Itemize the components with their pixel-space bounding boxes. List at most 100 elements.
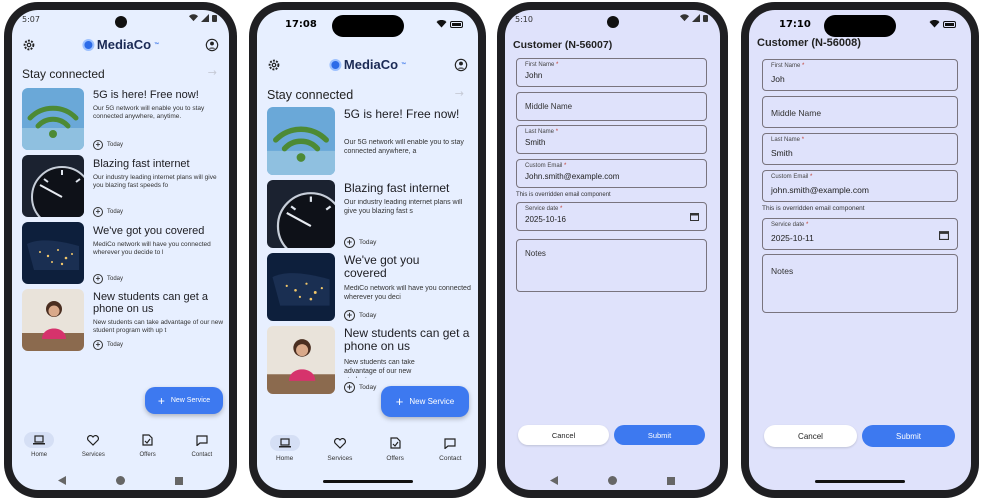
last-name-field[interactable]: Last Name * Smith <box>516 125 707 154</box>
home-indicator[interactable] <box>322 480 413 483</box>
arrow-right-icon[interactable]: → <box>455 87 464 100</box>
nav-item-contact[interactable]: Contact <box>175 432 229 458</box>
recents-icon[interactable] <box>175 476 183 485</box>
middle-name-field[interactable]: Middle Name <box>516 92 707 121</box>
add-circle-icon[interactable]: + <box>344 237 355 248</box>
arrow-right-icon[interactable]: → <box>208 66 217 79</box>
brand-name: MediaCo <box>96 37 152 52</box>
nav-item-services[interactable]: Services <box>66 432 120 458</box>
nav-item-home[interactable]: Home <box>12 432 66 458</box>
news-card[interactable]: We've got you covered MediCo network wil… <box>22 222 229 286</box>
section-title: Stay connected <box>267 88 354 102</box>
status-time: 5:07 <box>22 15 40 24</box>
add-circle-icon[interactable]: + <box>93 140 103 150</box>
add-circle-icon[interactable]: + <box>344 310 355 321</box>
new-service-button[interactable]: + New Service <box>381 386 469 417</box>
add-circle-icon[interactable]: + <box>344 382 355 393</box>
fab-label: New Service <box>409 397 455 406</box>
notes-field[interactable]: Notes <box>762 254 958 313</box>
laptop-icon <box>33 435 46 445</box>
card-description: Our 5G network will enable you to stay c… <box>344 139 464 155</box>
calendar-icon[interactable] <box>690 212 699 221</box>
document-check-icon <box>390 437 401 449</box>
card-title: New students can get a phone on us <box>344 326 470 354</box>
fab-label: New Service <box>170 397 211 404</box>
first-name-field[interactable]: First Name * John <box>516 58 707 87</box>
card-image-student <box>267 326 335 394</box>
card-meta: + Today <box>344 237 376 248</box>
document-check-icon <box>142 434 153 446</box>
field-label: Service date * <box>525 206 563 212</box>
field-placeholder: Middle Name <box>525 102 573 111</box>
add-circle-icon[interactable]: + <box>93 274 103 284</box>
email-field[interactable]: Custom Email * John.smith@example.com <box>516 159 707 188</box>
cancel-button[interactable]: Cancel <box>764 425 857 447</box>
news-card[interactable]: 5G is here! Free now! Our 5G network wil… <box>22 88 229 152</box>
system-navigation <box>505 476 720 485</box>
add-circle-icon[interactable]: + <box>93 340 103 350</box>
new-service-button[interactable]: + New Service <box>145 387 223 414</box>
back-icon[interactable] <box>550 476 558 485</box>
news-card[interactable]: New students can get a phone on us New s… <box>22 289 229 353</box>
middle-name-field[interactable]: Middle Name <box>762 96 958 128</box>
card-meta: + Today <box>93 340 123 350</box>
phone-frame-ios-form: 17:10 Customer (N-56008) First Name * Jo… <box>741 2 979 498</box>
news-card[interactable]: We've got you covered MediCo network wil… <box>267 253 478 323</box>
field-value: Smith <box>771 148 793 158</box>
card-title: 5G is here! Free now! <box>344 107 460 121</box>
field-placeholder: Notes <box>525 249 546 258</box>
card-description: Our industry leading internet plans will… <box>344 199 463 215</box>
form-screen: 5:10 Customer (N-56007) First Name * Joh… <box>505 10 720 490</box>
nav-item-contact[interactable]: Contact <box>423 435 478 462</box>
news-card[interactable]: Blazing fast internet Our industry leadi… <box>22 155 229 219</box>
card-description: Our industry leading internet plans will… <box>93 174 217 190</box>
home-icon[interactable] <box>608 476 617 485</box>
nav-item-home[interactable]: Home <box>257 435 312 462</box>
card-image-student <box>22 289 84 351</box>
first-name-field[interactable]: First Name * Joh <box>762 59 958 91</box>
field-value: 2025-10-11 <box>771 233 814 243</box>
service-date-field[interactable]: Service date * 2025-10-11 <box>762 218 958 250</box>
last-name-field[interactable]: Last Name * Smith <box>762 133 958 165</box>
news-card[interactable]: 5G is here! Free now! Our 5G network wil… <box>267 107 478 177</box>
account-icon[interactable] <box>205 38 219 52</box>
card-meta: + Today <box>344 382 376 393</box>
status-time: 5:10 <box>515 15 533 24</box>
nav-label: Offers <box>386 455 404 462</box>
card-description: New students can take advantage of our n… <box>344 359 415 378</box>
card-title: Blazing fast internet <box>93 158 190 170</box>
top-app-bar: MediaCo ™ <box>12 34 229 60</box>
notes-field[interactable]: Notes <box>516 239 707 292</box>
field-label: Last Name * <box>525 129 559 135</box>
card-meta: + Today <box>344 310 376 321</box>
account-icon[interactable] <box>454 58 468 72</box>
submit-button[interactable]: Submit <box>862 425 955 447</box>
card-description: MediCo network will have you connected w… <box>93 241 211 257</box>
card-image-5g <box>22 88 84 150</box>
battery-icon <box>450 20 463 28</box>
recents-icon[interactable] <box>667 476 675 485</box>
add-circle-icon[interactable]: + <box>93 207 103 217</box>
gear-icon[interactable] <box>22 38 36 52</box>
wifi-icon <box>929 20 940 28</box>
nav-item-offers[interactable]: Offers <box>121 432 175 458</box>
cancel-button[interactable]: Cancel <box>518 425 609 445</box>
calendar-icon[interactable] <box>939 230 949 240</box>
home-indicator[interactable] <box>815 480 905 483</box>
card-title: We've got you covered <box>344 253 420 281</box>
card-date: Today <box>107 276 124 282</box>
nav-item-services[interactable]: Services <box>312 435 367 462</box>
back-icon[interactable] <box>58 476 66 485</box>
card-description: New students can take advantage of our n… <box>93 319 224 335</box>
logo-mark-icon <box>328 58 341 71</box>
brand-name: MediaCo <box>343 57 399 72</box>
laptop-icon <box>278 438 291 448</box>
home-icon[interactable] <box>116 476 125 485</box>
service-date-field[interactable]: Service date * 2025-10-16 <box>516 202 707 231</box>
field-label: First Name * <box>525 62 559 68</box>
email-field[interactable]: Custom Email * john.smith@example.com <box>762 170 958 202</box>
submit-button[interactable]: Submit <box>614 425 705 445</box>
gear-icon[interactable] <box>267 58 281 72</box>
news-card[interactable]: Blazing fast internet Our industry leadi… <box>267 180 478 250</box>
nav-item-offers[interactable]: Offers <box>368 435 423 462</box>
